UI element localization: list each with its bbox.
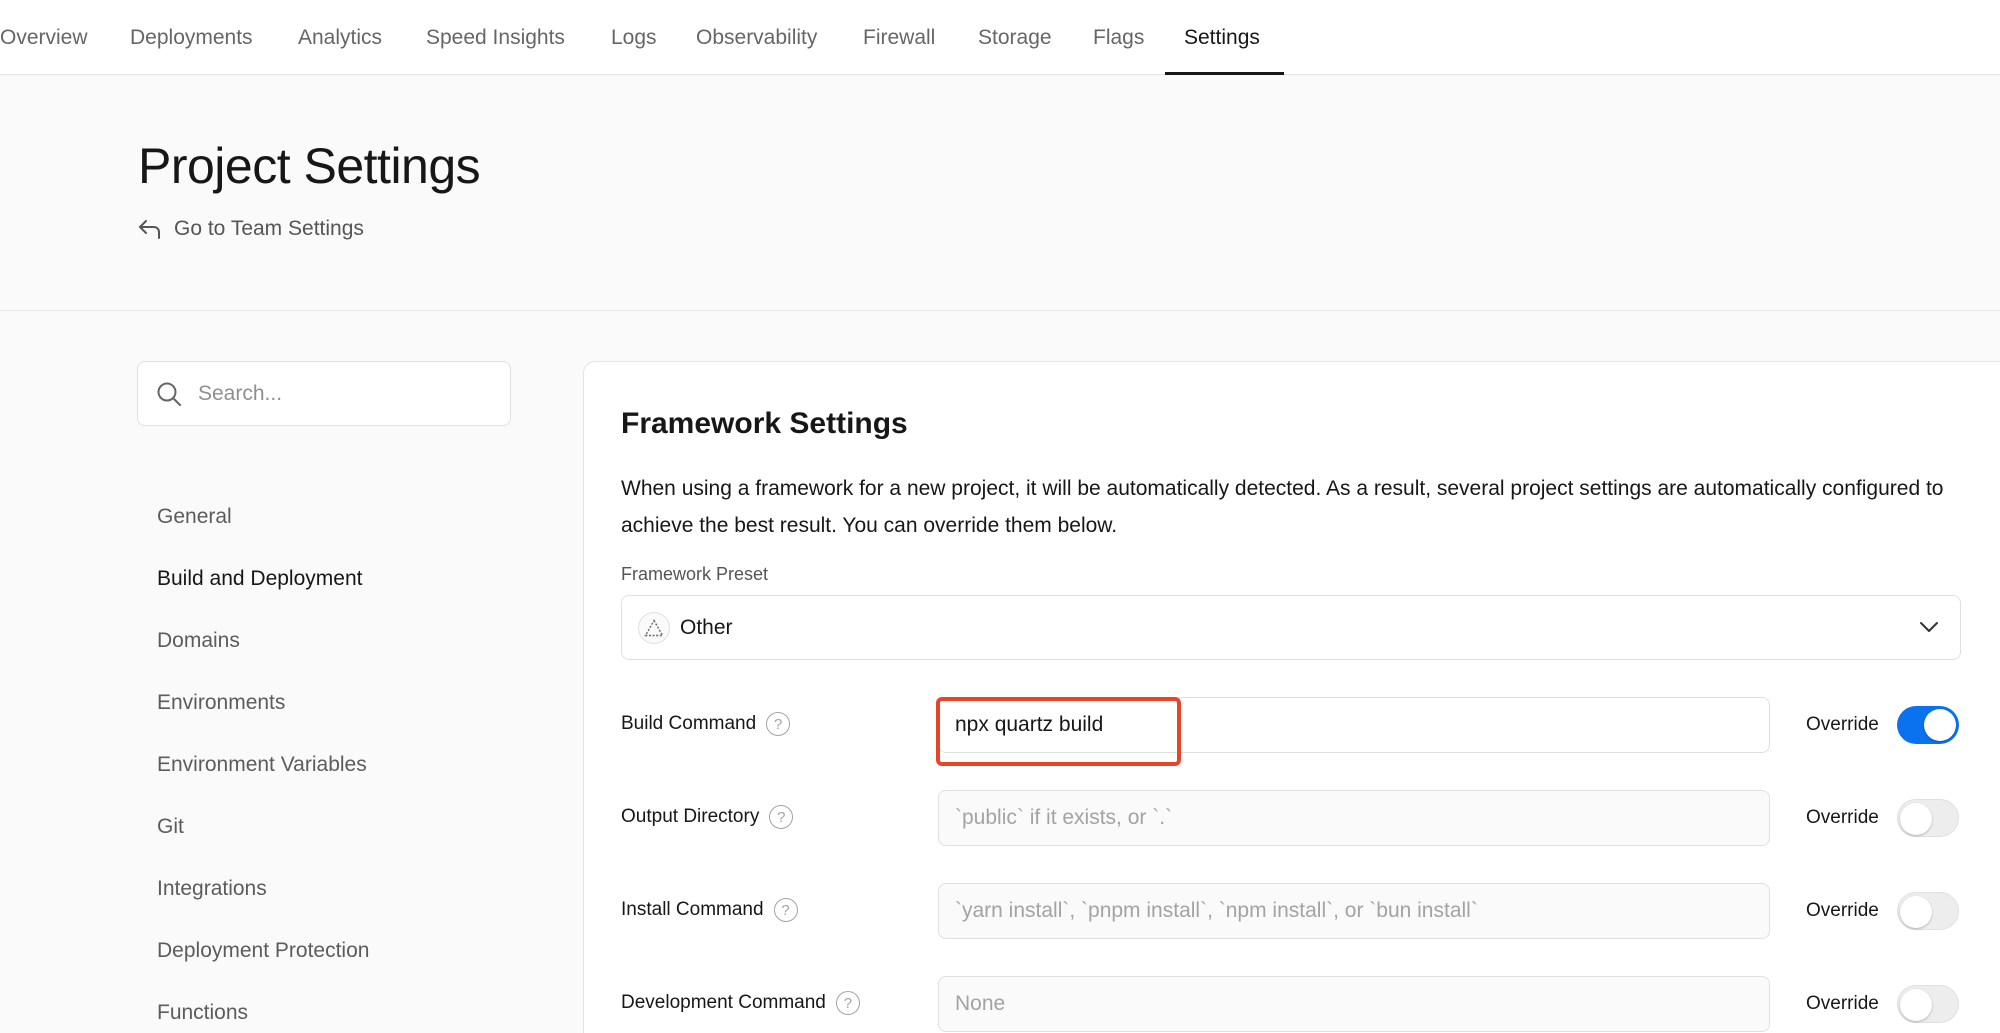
install-command-input[interactable] bbox=[938, 883, 1770, 939]
output-directory-label: Output Directory ? bbox=[621, 805, 794, 829]
page-title: Project Settings bbox=[138, 138, 481, 194]
install-command-label-text: Install Command bbox=[621, 899, 764, 920]
sidebar-item-domains[interactable]: Domains bbox=[157, 629, 240, 653]
tab-storage[interactable]: Storage bbox=[978, 26, 1052, 50]
install-command-override-toggle[interactable] bbox=[1897, 892, 1959, 930]
development-command-label: Development Command ? bbox=[621, 991, 860, 1015]
build-command-input[interactable] bbox=[938, 697, 1770, 753]
sidebar-item-integrations[interactable]: Integrations bbox=[157, 877, 267, 901]
chevron-down-icon bbox=[1920, 622, 1938, 632]
sidebar-item-functions[interactable]: Functions bbox=[157, 1001, 248, 1025]
framework-preset-value: Other bbox=[680, 615, 733, 639]
framework-preset-select[interactable]: Other bbox=[621, 595, 1961, 660]
output-directory-label-text: Output Directory bbox=[621, 806, 760, 827]
back-link-label: Go to Team Settings bbox=[174, 217, 364, 240]
help-icon[interactable]: ? bbox=[773, 898, 798, 922]
toggle-knob bbox=[1924, 709, 1956, 741]
return-arrow-icon bbox=[139, 220, 160, 239]
build-command-label: Build Command ? bbox=[621, 712, 791, 736]
tab-overview[interactable]: Overview bbox=[0, 26, 88, 50]
framework-preset-label: Framework Preset bbox=[621, 564, 769, 584]
tab-speed-insights[interactable]: Speed Insights bbox=[426, 26, 565, 50]
tab-firewall[interactable]: Firewall bbox=[863, 26, 935, 50]
page-header: Project Settings Go to Team Settings bbox=[0, 75, 2000, 311]
help-icon[interactable]: ? bbox=[766, 712, 791, 736]
sidebar-search bbox=[137, 361, 511, 426]
development-command-input[interactable] bbox=[938, 976, 1770, 1032]
development-command-label-text: Development Command bbox=[621, 992, 826, 1013]
sidebar-item-build-and-deployment[interactable]: Build and Deployment bbox=[157, 567, 362, 591]
card-title: Framework Settings bbox=[621, 407, 908, 440]
top-nav: Overview Deployments Analytics Speed Ins… bbox=[0, 0, 2000, 75]
build-command-label-text: Build Command bbox=[621, 713, 757, 734]
output-directory-override-toggle[interactable] bbox=[1897, 799, 1959, 837]
build-command-override-toggle[interactable] bbox=[1897, 706, 1959, 744]
tab-observability[interactable]: Observability bbox=[696, 26, 817, 50]
sidebar-item-deployment-protection[interactable]: Deployment Protection bbox=[157, 939, 369, 963]
install-command-label: Install Command ? bbox=[621, 898, 798, 922]
sidebar-item-environment-variables[interactable]: Environment Variables bbox=[157, 753, 367, 777]
toggle-knob bbox=[1900, 803, 1932, 835]
help-icon[interactable]: ? bbox=[769, 805, 794, 829]
tab-settings[interactable]: Settings bbox=[1184, 26, 1260, 50]
help-icon[interactable]: ? bbox=[835, 991, 860, 1015]
output-directory-override-label: Override bbox=[1806, 807, 1879, 828]
framework-settings-card: Framework Settings When using a framewor… bbox=[583, 361, 2000, 1033]
tab-flags[interactable]: Flags bbox=[1093, 26, 1144, 50]
build-command-override-label: Override bbox=[1806, 714, 1879, 735]
sidebar-item-git[interactable]: Git bbox=[157, 815, 184, 839]
output-directory-input[interactable] bbox=[938, 790, 1770, 846]
tab-deployments[interactable]: Deployments bbox=[130, 26, 253, 50]
search-input[interactable] bbox=[198, 381, 498, 406]
toggle-knob bbox=[1900, 989, 1932, 1021]
development-command-override-toggle[interactable] bbox=[1897, 985, 1959, 1023]
tab-logs[interactable]: Logs bbox=[611, 26, 657, 50]
sidebar-item-environments[interactable]: Environments bbox=[157, 691, 285, 715]
development-command-override-label: Override bbox=[1806, 993, 1879, 1014]
tab-analytics[interactable]: Analytics bbox=[298, 26, 382, 50]
sidebar-item-general[interactable]: General bbox=[157, 505, 232, 529]
toggle-knob bbox=[1900, 896, 1932, 928]
install-command-override-label: Override bbox=[1806, 900, 1879, 921]
search-icon bbox=[157, 382, 181, 406]
card-description: When using a framework for a new project… bbox=[621, 477, 1944, 537]
framework-triangle-icon bbox=[638, 611, 670, 644]
back-to-team-settings-link[interactable]: Go to Team Settings bbox=[138, 217, 364, 241]
